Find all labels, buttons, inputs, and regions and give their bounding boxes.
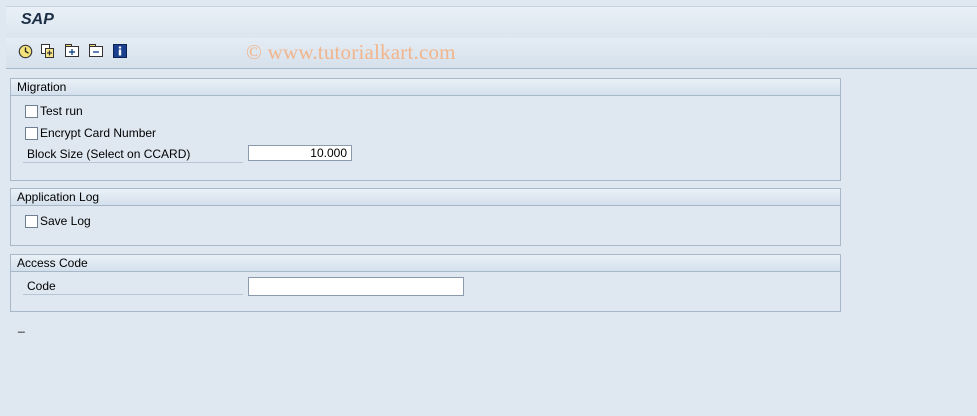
code-row: Code [11, 277, 511, 296]
code-input[interactable] [248, 277, 464, 296]
save-log-row: Save Log [11, 212, 411, 230]
encrypt-card-row: Encrypt Card Number [11, 124, 411, 142]
test-run-label: Test run [40, 104, 83, 118]
block-size-input[interactable]: 10.000 [248, 145, 352, 161]
block-size-row: Block Size (Select on CCARD) 10.000 [11, 145, 511, 163]
application-toolbar [6, 38, 977, 69]
watermark: © www.tutorialkart.com [246, 40, 456, 64]
save-log-checkbox[interactable] [25, 215, 38, 228]
title-bar: SAP [6, 6, 977, 39]
collapse-icon[interactable] [88, 43, 104, 59]
test-run-checkbox[interactable] [25, 105, 38, 118]
migration-group-title: Migration [11, 79, 840, 96]
access-code-group-title: Access Code [11, 255, 840, 272]
info-icon[interactable] [112, 43, 128, 59]
application-log-group-title: Application Log [11, 189, 840, 206]
test-run-row: Test run [11, 102, 411, 120]
window-title: SAP [21, 11, 54, 28]
encrypt-card-label: Encrypt Card Number [40, 126, 157, 140]
application-log-group: Application Log Save Log [10, 188, 841, 246]
cursor-marker: _ [18, 319, 25, 333]
encrypt-card-checkbox[interactable] [25, 127, 38, 140]
selection-screen: Migration Test run Encrypt Card Number B… [6, 69, 977, 416]
access-code-group: Access Code Code [10, 254, 841, 312]
execute-icon[interactable] [17, 43, 33, 59]
code-label: Code [27, 279, 56, 293]
label-underline [23, 294, 243, 295]
block-size-label: Block Size (Select on CCARD) [27, 147, 191, 161]
save-log-label: Save Log [40, 214, 91, 228]
migration-group: Migration Test run Encrypt Card Number B… [10, 78, 841, 181]
expand-icon[interactable] [64, 43, 80, 59]
get-variant-icon[interactable] [40, 43, 56, 59]
label-underline [23, 162, 243, 163]
